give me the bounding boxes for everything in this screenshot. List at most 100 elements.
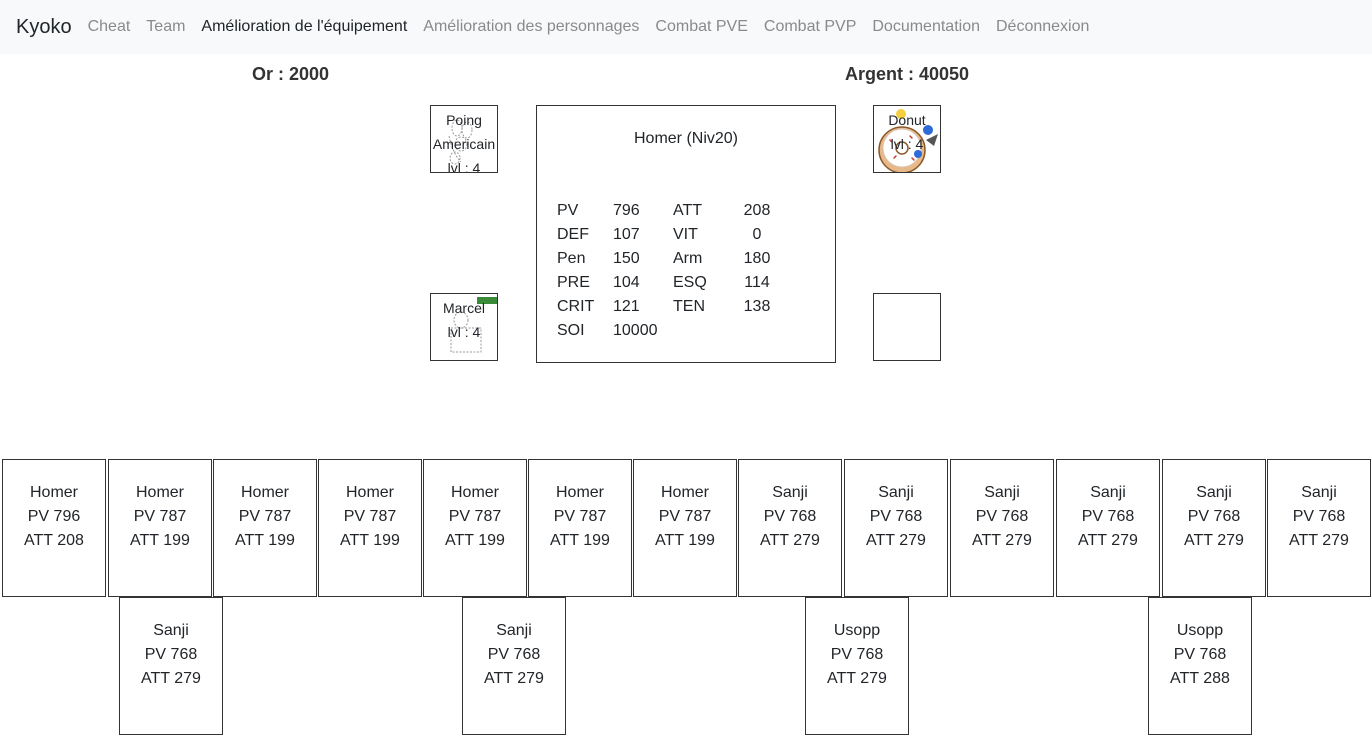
card-pv: PV 787	[343, 508, 397, 525]
character-card[interactable]: Homer PV 787 ATT 199	[108, 459, 212, 597]
card-name: Sanji	[496, 622, 532, 639]
pet-level: lvl : 4	[447, 324, 481, 340]
character-stats-panel: Homer (Niv20) PV 796 ATT 208 DEF 107 VIT…	[536, 105, 836, 363]
card-name: Homer	[555, 484, 604, 501]
stat-row: SOI 10000	[557, 319, 777, 343]
character-title: Homer (Niv20)	[633, 130, 738, 147]
card-att: ATT 279	[760, 532, 820, 549]
card-name: Homer	[450, 484, 499, 501]
character-card[interactable]: Sanji PV 768 ATT 279	[462, 597, 566, 735]
equipment-slot-weapon[interactable]: Poing Americain lvl : 4	[430, 105, 498, 173]
nav-link-documentation[interactable]: Documentation	[864, 18, 988, 36]
card-name: Sanji	[772, 484, 808, 501]
weapon-name-line2: Americain	[432, 136, 496, 152]
card-name: Sanji	[153, 622, 189, 639]
weapon-level: lvl : 4	[447, 160, 481, 173]
stat-row: PV 796 ATT 208	[557, 199, 777, 223]
card-att: ATT 279	[1289, 532, 1349, 549]
character-card[interactable]: Usopp PV 768 ATT 288	[1148, 597, 1252, 735]
stat-value: 150	[613, 250, 640, 267]
gold-amount: Or : 2000	[252, 64, 330, 84]
card-name: Sanji	[1196, 484, 1232, 501]
stat-label: Pen	[557, 250, 586, 267]
card-name: Homer	[240, 484, 289, 501]
card-pv: PV 787	[658, 508, 712, 525]
character-card[interactable]: Sanji PV 768 ATT 279	[119, 597, 223, 735]
card-att: ATT 208	[24, 532, 84, 549]
card-pv: PV 768	[869, 508, 923, 525]
stat-value: 121	[613, 298, 640, 315]
card-pv: PV 768	[1292, 508, 1346, 525]
card-name: Homer	[135, 484, 184, 501]
card-name: Sanji	[1301, 484, 1337, 501]
weapon-name-line1: Poing	[446, 112, 482, 128]
card-att: ATT 288	[1170, 670, 1230, 687]
nav-link-combat-pve[interactable]: Combat PVE	[647, 18, 755, 36]
stat-value: 114	[744, 274, 770, 291]
navbar: Kyoko Cheat Team Amélioration de l'équip…	[0, 0, 1372, 54]
character-card[interactable]: Sanji PV 768 ATT 279	[1162, 459, 1266, 597]
card-pv: PV 768	[1081, 508, 1135, 525]
card-att: ATT 279	[866, 532, 926, 549]
stat-value: 107	[613, 226, 640, 243]
character-card[interactable]: Sanji PV 768 ATT 279	[1267, 459, 1371, 597]
equipment-slot-pet[interactable]: Marcel lvl : 4	[430, 293, 498, 361]
stat-row: CRIT 121 TEN 138	[557, 295, 777, 319]
character-card[interactable]: Sanji PV 768 ATT 279	[950, 459, 1054, 597]
card-pv: PV 768	[1187, 508, 1241, 525]
character-card[interactable]: Homer PV 787 ATT 199	[423, 459, 527, 597]
character-card[interactable]: Homer PV 787 ATT 199	[213, 459, 317, 597]
card-name: Usopp	[1176, 622, 1224, 639]
card-att: ATT 279	[1078, 532, 1138, 549]
card-name: Homer	[660, 484, 709, 501]
character-card[interactable]: Homer PV 796 ATT 208	[2, 459, 106, 597]
stat-value: 104	[613, 274, 640, 291]
card-name: Sanji	[878, 484, 914, 501]
card-att: ATT 279	[141, 670, 201, 687]
card-pv: PV 768	[763, 508, 817, 525]
food-level: lvl : 4	[890, 136, 924, 152]
stat-label: PV	[557, 202, 579, 219]
nav-link-character-upgrade[interactable]: Amélioration des personnages	[415, 18, 647, 36]
stat-label: SOI	[557, 322, 585, 339]
character-card[interactable]: Sanji PV 768 ATT 279	[844, 459, 948, 597]
silver-amount: Argent : 40050	[845, 64, 970, 84]
stat-label: DEF	[557, 226, 589, 243]
character-card[interactable]: Homer PV 787 ATT 199	[528, 459, 632, 597]
character-card[interactable]: Homer PV 787 ATT 199	[633, 459, 737, 597]
card-att: ATT 279	[972, 532, 1032, 549]
character-card[interactable]: Usopp PV 768 ATT 279	[805, 597, 909, 735]
card-att: ATT 199	[550, 532, 610, 549]
stat-value: 208	[743, 202, 771, 219]
card-pv: PV 787	[133, 508, 187, 525]
stat-row: PRE 104 ESQ 114	[557, 271, 777, 295]
card-name: Homer	[345, 484, 394, 501]
card-att: ATT 279	[827, 670, 887, 687]
stat-value: 138	[743, 298, 771, 315]
stat-label: CRIT	[557, 298, 595, 315]
card-pv: PV 787	[553, 508, 607, 525]
card-name: Usopp	[833, 622, 881, 639]
pet-name: Marcel	[442, 300, 485, 316]
brand-link[interactable]: Kyoko	[16, 16, 72, 39]
card-pv: PV 787	[238, 508, 292, 525]
card-name: Homer	[29, 484, 78, 501]
equipment-slot-empty[interactable]	[873, 293, 941, 361]
character-card[interactable]: Homer PV 787 ATT 199	[318, 459, 422, 597]
card-att: ATT 199	[235, 532, 295, 549]
card-name: Sanji	[984, 484, 1020, 501]
stat-value: 10000	[613, 322, 658, 339]
nav-link-logout[interactable]: Déconnexion	[988, 18, 1097, 36]
nav-link-equipment-upgrade[interactable]: Amélioration de l'équipement	[193, 18, 415, 36]
nav-link-combat-pvp[interactable]: Combat PVP	[756, 18, 864, 36]
nav-link-cheat[interactable]: Cheat	[80, 18, 139, 36]
card-pv: PV 768	[975, 508, 1029, 525]
card-att: ATT 279	[484, 670, 544, 687]
card-att: ATT 199	[445, 532, 505, 549]
character-card[interactable]: Sanji PV 768 ATT 279	[738, 459, 842, 597]
card-pv: PV 768	[144, 646, 198, 663]
character-card[interactable]: Sanji PV 768 ATT 279	[1056, 459, 1160, 597]
equipment-slot-food[interactable]: Donut lvl : 4	[873, 105, 941, 173]
nav-link-team[interactable]: Team	[138, 18, 193, 36]
food-name: Donut	[888, 112, 926, 128]
